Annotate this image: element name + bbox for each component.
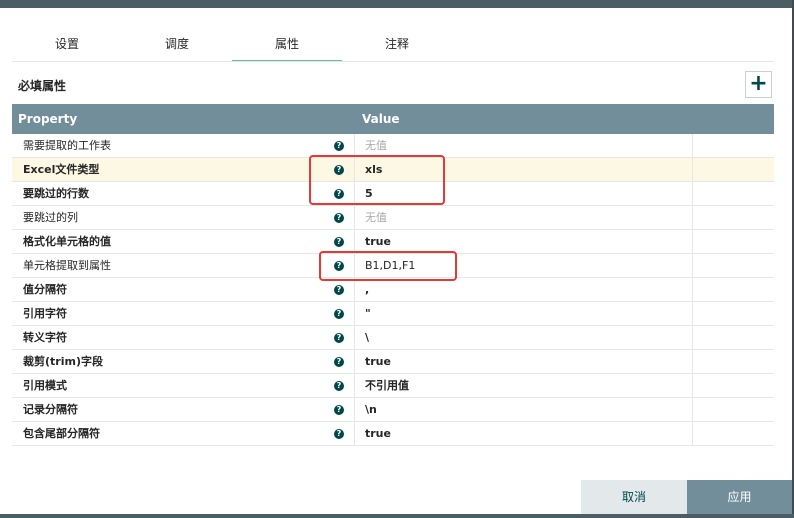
property-name: 记录分隔符 <box>23 403 78 416</box>
column-header-property[interactable]: Property <box>12 104 354 134</box>
property-name: 引用模式 <box>23 379 67 392</box>
row-actions <box>692 158 774 181</box>
property-name: 转义字符 <box>23 331 67 344</box>
cancel-button[interactable]: 取消 <box>581 480 687 514</box>
help-icon[interactable]: ? <box>334 404 344 415</box>
help-icon[interactable]: ? <box>334 380 344 391</box>
property-name: 单元格提取到属性 <box>23 259 111 272</box>
property-name: 要跳过的列 <box>23 211 78 224</box>
help-icon[interactable]: ? <box>334 428 344 439</box>
column-header-value[interactable]: Value <box>354 104 400 134</box>
property-value[interactable]: true <box>354 230 692 253</box>
annotation-box-type-rows <box>309 155 445 205</box>
help-icon[interactable]: ? <box>334 332 344 343</box>
tab-bar: 设置 调度 属性 注释 <box>12 30 452 62</box>
property-value[interactable]: 不引用值 <box>354 374 692 397</box>
table-row[interactable]: 引用字符 ? " <box>12 302 774 326</box>
tab-comments[interactable]: 注释 <box>342 30 452 60</box>
property-name: 裁剪(trim)字段 <box>23 355 103 368</box>
table-row[interactable]: 要跳过的列 ? 无值 <box>12 206 774 230</box>
row-actions <box>692 302 774 325</box>
add-property-button[interactable]: + <box>745 71 772 98</box>
row-actions <box>692 206 774 229</box>
row-actions <box>692 350 774 373</box>
table-row[interactable]: 裁剪(trim)字段 ? true <box>12 350 774 374</box>
help-icon[interactable]: ? <box>334 308 344 319</box>
row-actions <box>692 374 774 397</box>
table-row[interactable]: 值分隔符 ? , <box>12 278 774 302</box>
window-top-bar <box>0 0 794 8</box>
row-actions <box>692 326 774 349</box>
help-icon[interactable]: ? <box>334 140 344 151</box>
row-actions <box>692 182 774 205</box>
property-value[interactable]: true <box>354 350 692 373</box>
property-name: 引用字符 <box>23 307 67 320</box>
tab-settings[interactable]: 设置 <box>12 30 122 60</box>
property-name: 需要提取的工作表 <box>23 139 111 152</box>
property-value[interactable]: 无值 <box>354 206 692 229</box>
tab-divider <box>12 61 774 62</box>
property-value[interactable]: 无值 <box>354 134 692 157</box>
table-row[interactable]: 引用模式 ? 不引用值 <box>12 374 774 398</box>
property-value[interactable]: \ <box>354 326 692 349</box>
row-actions <box>692 230 774 253</box>
table-row[interactable]: 记录分隔符 ? \n <box>12 398 774 422</box>
tab-scheduling[interactable]: 调度 <box>122 30 232 60</box>
apply-button[interactable]: 应用 <box>687 480 792 514</box>
row-actions <box>692 398 774 421</box>
table-row[interactable]: 包含尾部分隔符 ? true <box>12 422 774 446</box>
row-actions <box>692 422 774 445</box>
required-properties-title: 必填属性 <box>18 79 67 93</box>
property-name: 值分隔符 <box>23 283 67 296</box>
property-value[interactable]: true <box>354 422 692 445</box>
row-actions <box>692 278 774 301</box>
help-icon[interactable]: ? <box>334 356 344 367</box>
property-name: 要跳过的行数 <box>23 187 89 200</box>
help-icon[interactable]: ? <box>334 236 344 247</box>
tab-properties[interactable]: 属性 <box>232 30 342 62</box>
row-actions <box>692 134 774 157</box>
row-actions <box>692 254 774 277</box>
help-icon[interactable]: ? <box>334 284 344 295</box>
property-name: 包含尾部分隔符 <box>23 427 100 440</box>
property-value[interactable]: " <box>354 302 692 325</box>
window-bottom-edge <box>0 514 794 518</box>
property-value[interactable]: , <box>354 278 692 301</box>
table-row[interactable]: 转义字符 ? \ <box>12 326 774 350</box>
property-name: Excel文件类型 <box>23 163 100 176</box>
table-header: Property Value <box>12 104 774 134</box>
property-value[interactable]: \n <box>354 398 692 421</box>
property-name: 格式化单元格的值 <box>23 235 111 248</box>
help-icon[interactable]: ? <box>334 212 344 223</box>
annotation-box-cell-extract-row <box>319 251 457 281</box>
